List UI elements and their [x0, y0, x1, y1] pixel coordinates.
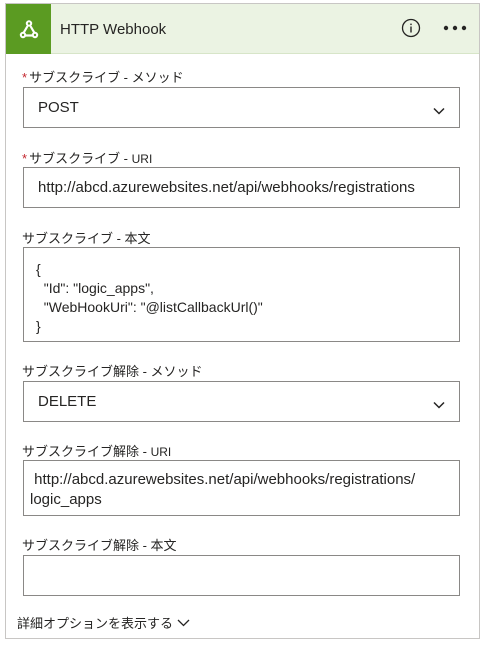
card-title: HTTP Webhook [60, 21, 167, 38]
unsubscribe-body-input[interactable] [23, 555, 460, 596]
more-options-icon[interactable] [442, 18, 468, 38]
unsubscribe-method-label: サブスクライブ解除 - メソッド [22, 364, 203, 379]
unsubscribe-method-select[interactable]: DELETE [23, 381, 460, 422]
card-header[interactable]: HTTP Webhook [6, 4, 479, 54]
subscribe-body-input[interactable]: { "Id": "logic_apps", "WebHookUri": "@li… [23, 247, 460, 342]
required-marker: * [22, 151, 28, 166]
subscribe-method-label: * サブスクライブ - メソッド [22, 70, 184, 85]
unsubscribe-uri-label: サブスクライブ解除 - URI [22, 444, 172, 459]
subscribe-method-select[interactable]: POST [23, 87, 460, 128]
unsubscribe-method-value: DELETE [38, 393, 97, 410]
unsubscribe-body-label: サブスクライブ解除 - 本文 [22, 538, 177, 553]
unsubscribe-uri-input[interactable]: http://abcd.azurewebsites.net/api/webhoo… [23, 460, 460, 516]
required-marker: * [22, 70, 28, 85]
subscribe-uri-label: * サブスクライブ - URI [22, 151, 153, 166]
chevron-down-icon [177, 615, 190, 630]
info-icon[interactable] [401, 18, 421, 38]
subscribe-uri-input[interactable]: http://abcd.azurewebsites.net/api/webhoo… [23, 167, 460, 208]
show-advanced-options-link[interactable]: 詳細オプションを表示する [17, 613, 190, 632]
subscribe-body-label: サブスクライブ - 本文 [22, 231, 151, 246]
chevron-down-icon [433, 102, 445, 119]
subscribe-method-value: POST [38, 99, 79, 116]
subscribe-uri-value: http://abcd.azurewebsites.net/api/webhoo… [38, 179, 415, 196]
subscribe-body-value: { "Id": "logic_apps", "WebHookUri": "@li… [36, 261, 263, 334]
webhook-action-card: HTTP Webhook * サブスクライブ - メソッド POST * サブスクラ… [5, 3, 480, 639]
webhook-icon [6, 4, 51, 54]
chevron-down-icon [433, 396, 445, 413]
unsubscribe-uri-value: http://abcd.azurewebsites.net/api/webhoo… [30, 471, 416, 508]
